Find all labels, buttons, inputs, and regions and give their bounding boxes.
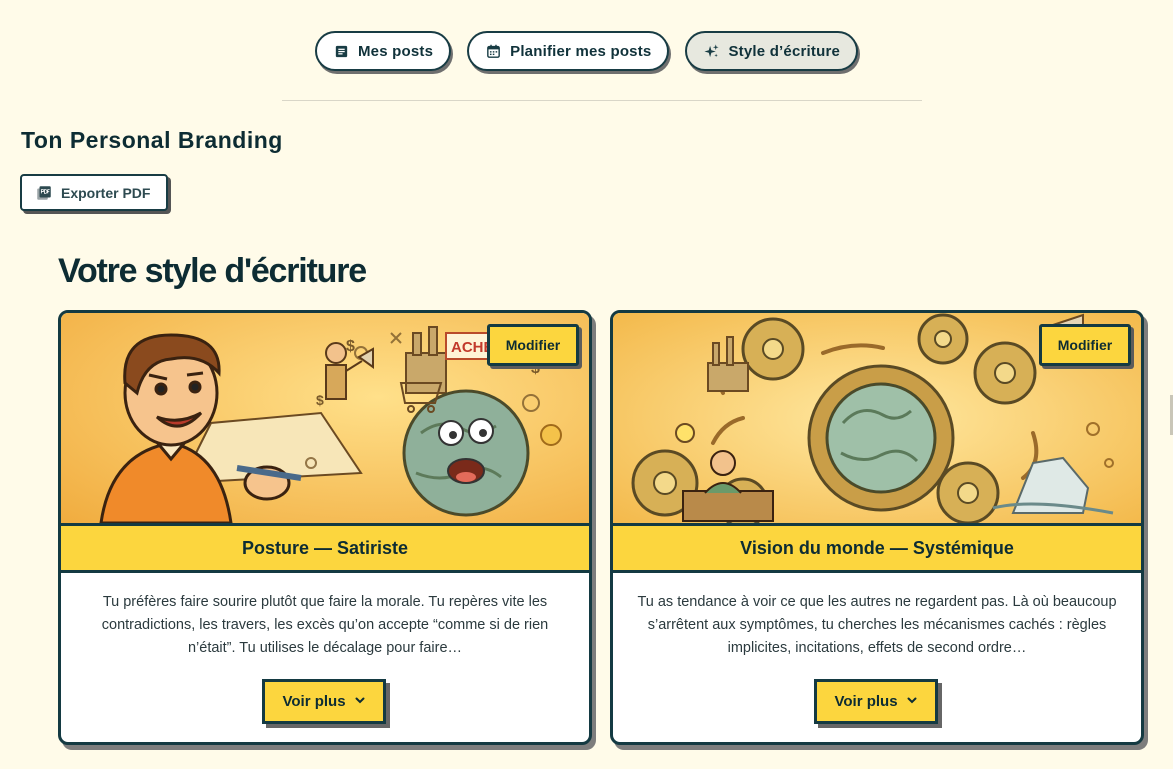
nav-my-posts-button[interactable]: Mes posts [314,31,452,71]
nav-my-posts-label: Mes posts [357,42,434,60]
edit-worldview-button[interactable]: Modifier [1039,324,1131,366]
calendar-icon [485,43,502,60]
article-icon [333,43,350,60]
see-more-worldview-button[interactable]: Voir plus [814,679,938,724]
chevron-down-icon [354,693,366,710]
see-more-posture-button[interactable]: Voir plus [262,679,386,724]
nav-schedule-posts-button[interactable]: Planifier mes posts [467,31,670,71]
export-pdf-button[interactable]: Exporter PDF [20,174,169,211]
card-description-worldview: Tu as tendance à voir ce que les autres … [637,594,1117,656]
svg-text:$: $ [316,392,324,408]
style-card-worldview: Modifier Vision du monde — Systémique Tu… [610,310,1144,745]
nav-divider [282,100,922,101]
nav-writing-style-label: Style d’écriture [728,42,841,60]
page-title: Ton Personal Branding [21,127,283,153]
sparkles-icon [703,43,720,60]
card-title-posture: Posture — Satiriste [61,523,589,573]
see-more-label: Voir plus [282,693,346,710]
card-title-worldview: Vision du monde — Systémique [613,523,1141,573]
card-description-posture: Tu préfères faire sourire plutôt que fai… [101,594,549,656]
svg-text:$: $ [346,338,355,355]
edit-posture-button[interactable]: Modifier [487,324,579,366]
export-pdf-label: Exporter PDF [61,184,151,201]
pdf-icon [35,184,53,202]
see-more-label: Voir plus [834,693,898,710]
section-title: Votre style d'écriture [58,252,367,290]
style-card-posture: $ $ $ ACHE Modifier Posture — Satiriste … [58,310,592,745]
nav-writing-style-button[interactable]: Style d’écriture [685,31,859,71]
chevron-down-icon [906,693,918,710]
top-nav: Mes posts Planifier mes posts Style d’éc… [0,31,1173,71]
nav-schedule-posts-label: Planifier mes posts [510,42,652,60]
